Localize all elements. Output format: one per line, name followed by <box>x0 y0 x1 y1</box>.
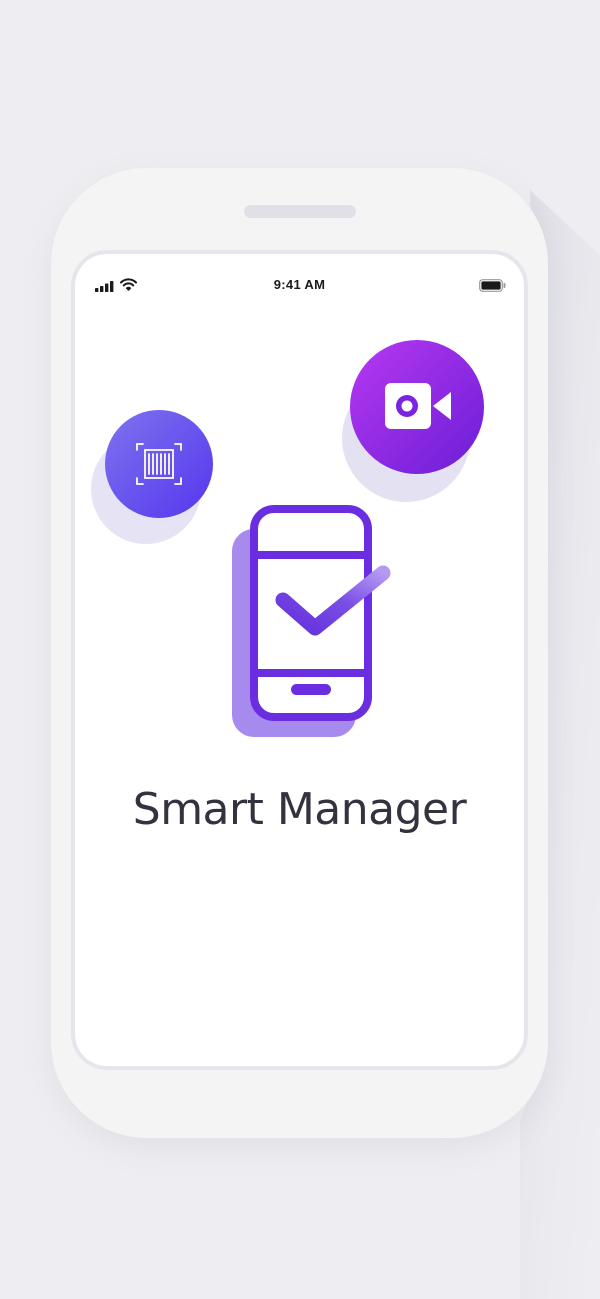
phone-screen: 9:41 AM Smart Manager <box>75 254 524 1066</box>
phone-mockup: 9:41 AM Smart Manager <box>51 168 548 1138</box>
hero-illustration <box>91 340 484 737</box>
phone-check-icon <box>232 505 391 737</box>
app-name: Smart Manager <box>132 784 467 835</box>
screen-bezel: 9:41 AM Smart Manager <box>71 250 528 1070</box>
video-camera-bubble <box>342 340 484 502</box>
barcode-scan-bubble <box>91 410 213 544</box>
phone-speaker <box>244 205 356 218</box>
